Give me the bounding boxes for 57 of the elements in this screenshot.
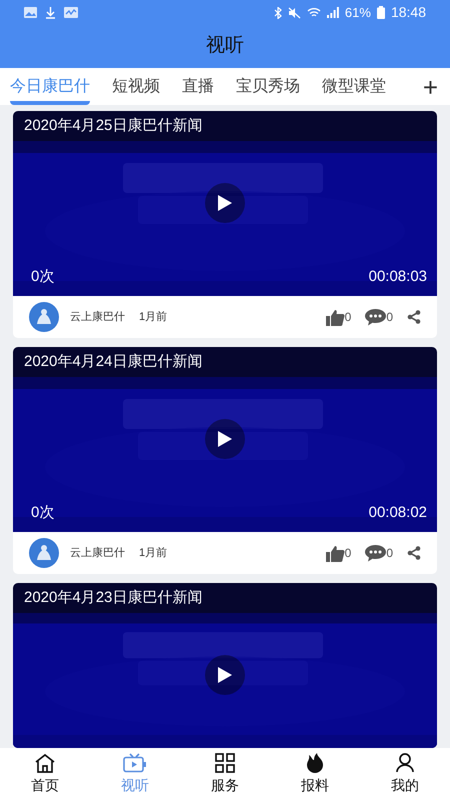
tab[interactable]: 直播: [182, 68, 214, 105]
home-icon: [34, 752, 56, 772]
like-button[interactable]: 0: [326, 544, 352, 562]
battery-icon: [376, 6, 385, 19]
signal-icon: [326, 7, 339, 18]
play-icon: [217, 194, 233, 212]
view-count: 0次: [31, 502, 54, 522]
play-button[interactable]: [205, 183, 245, 223]
comment-icon: [365, 309, 386, 326]
view-count: 0次: [31, 266, 54, 286]
thumbs-up-icon: [326, 545, 345, 562]
user-icon: [396, 752, 414, 772]
download-icon: [45, 6, 56, 18]
source-name: 云上康巴什: [70, 310, 125, 325]
comment-button[interactable]: 0: [365, 308, 393, 326]
share-icon: [407, 310, 421, 324]
grid-icon: [215, 752, 235, 772]
wifi-icon: [306, 7, 321, 18]
source-name: 云上康巴什: [70, 546, 125, 561]
bluetooth-icon: [274, 6, 282, 18]
image-icon: [24, 7, 37, 18]
like-button[interactable]: 0: [326, 308, 352, 326]
comment-button[interactable]: 0: [365, 544, 393, 562]
tab[interactable]: 宝贝秀场: [236, 68, 300, 105]
share-icon: [407, 546, 421, 560]
post-time: 1月前: [139, 310, 168, 325]
video-duration: 00:08:02: [368, 502, 427, 522]
video-title: 2020年4月25日康巴什新闻: [24, 116, 202, 136]
play-icon: [217, 430, 233, 448]
share-button[interactable]: [407, 310, 421, 324]
tab[interactable]: 微型课堂: [322, 68, 386, 105]
battery-percentage: 61%: [344, 4, 371, 22]
video-title: 2020年4月23日康巴什新闻: [24, 588, 202, 608]
video-duration: 00:08:03: [368, 266, 427, 286]
comment-icon: [365, 545, 386, 562]
mute-icon: [288, 6, 301, 18]
tab[interactable]: 短视频: [112, 68, 160, 105]
play-button[interactable]: [205, 419, 245, 459]
play-button[interactable]: [205, 655, 245, 695]
nav-tab[interactable]: 报料: [270, 748, 360, 800]
avatar: [29, 538, 59, 568]
tab[interactable]: 今日康巴什: [10, 68, 90, 105]
page-title: 视听: [206, 34, 244, 58]
post-time: 1月前: [139, 546, 168, 561]
add-tab-button[interactable]: +: [422, 74, 440, 100]
clock: 18:48: [390, 3, 426, 22]
activity-icon: [64, 7, 78, 18]
nav-tab[interactable]: 我的: [360, 748, 450, 800]
play-icon: [217, 666, 233, 684]
nav-tab[interactable]: 首页: [0, 748, 90, 800]
nav-tab[interactable]: 服务: [180, 748, 270, 800]
avatar: [29, 302, 59, 332]
thumbs-up-icon: [326, 309, 345, 326]
tv-icon: [123, 752, 147, 772]
flame-icon: [306, 752, 324, 772]
video-title: 2020年4月24日康巴什新闻: [24, 352, 202, 372]
share-button[interactable]: [407, 546, 421, 560]
